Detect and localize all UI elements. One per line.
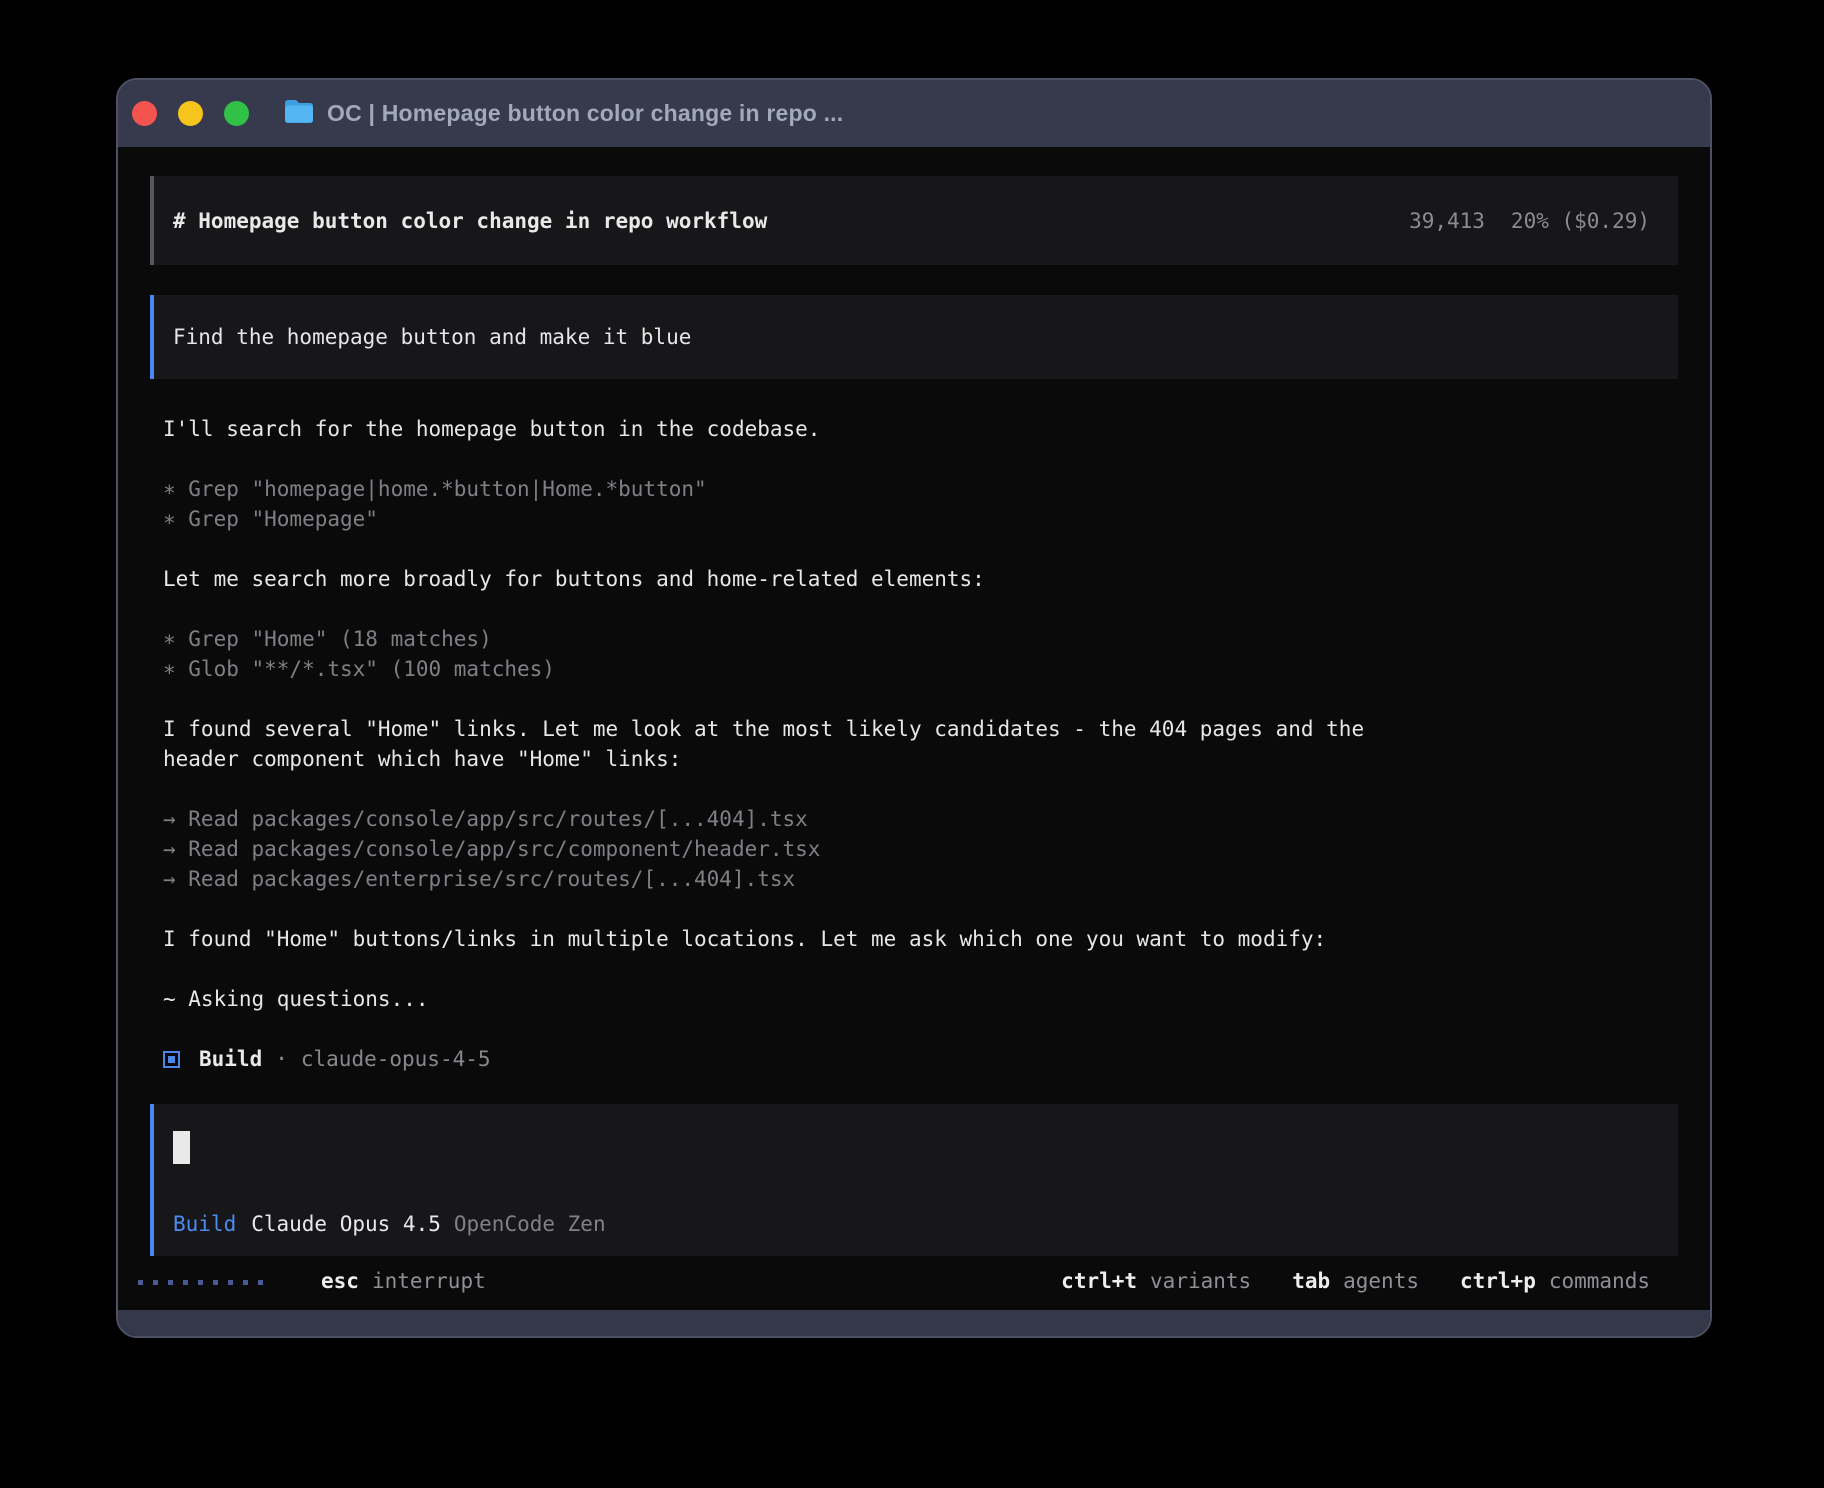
input-model-label[interactable]: Claude Opus 4.5 [251,1212,441,1236]
status-bar: esc interrupt ctrl+t variants tab agents… [138,1266,1678,1296]
close-button[interactable] [132,101,157,126]
agent-status-line: Build · claude-opus-4-5 [163,1044,1678,1074]
shortcut-variants: ctrl+t variants [1061,1269,1251,1293]
shortcut-key: ctrl+p [1460,1269,1536,1293]
session-title: # Homepage button color change in repo w… [173,209,767,233]
agent-mode-icon [163,1051,180,1068]
transcript: I'll search for the homepage button in t… [150,414,1678,1074]
tool-call: → Read packages/console/app/src/routes/[… [163,804,1678,834]
esc-key: esc [321,1269,359,1293]
status-right: ctrl+t variants tab agents ctrl+p comman… [1020,1269,1678,1293]
shortcut-label: commands [1549,1269,1650,1293]
text-cursor [173,1131,190,1164]
esc-label: interrupt [372,1269,486,1293]
terminal-window: OC | Homepage button color change in rep… [116,78,1712,1338]
context-usage: 20% ($0.29) [1511,209,1650,233]
user-message: Find the homepage button and make it blu… [150,295,1678,379]
tool-call-list: ∗ Grep "homepage|home.*button|Home.*butt… [163,474,1678,534]
shortcut-key: ctrl+t [1061,1269,1137,1293]
tool-call: ∗ Grep "homepage|home.*button|Home.*butt… [163,474,1678,504]
shortcut-commands: ctrl+p commands [1460,1269,1650,1293]
status-left: esc interrupt [138,1269,486,1293]
window-bottom-bar [118,1310,1710,1336]
session-header: # Homepage button color change in repo w… [150,176,1678,265]
shortcut-agents: tab agents [1292,1269,1419,1293]
prompt-input[interactable]: Build Claude Opus 4.5 OpenCode Zen [150,1104,1678,1256]
shortcut-label: variants [1150,1269,1251,1293]
titlebar[interactable]: OC | Homepage button color change in rep… [118,80,1710,147]
assistant-paragraph: I found several "Home" links. Let me loo… [163,714,1433,774]
session-stats: 39,413 20% ($0.29) [1409,209,1650,233]
token-count: 39,413 [1409,209,1485,233]
tool-call: → Read packages/enterprise/src/routes/[.… [163,864,1678,894]
assistant-paragraph: ~ Asking questions... [163,984,1433,1014]
terminal-content: # Homepage button color change in repo w… [118,147,1710,1310]
tool-call: → Read packages/console/app/src/componen… [163,834,1678,864]
tool-call: ∗ Grep "Homepage" [163,504,1678,534]
spinner-dots-icon [138,1280,273,1285]
user-message-text: Find the homepage button and make it blu… [173,325,691,349]
assistant-paragraph: Let me search more broadly for buttons a… [163,564,1433,594]
agent-model-label: claude-opus-4-5 [301,1044,491,1074]
maximize-button[interactable] [224,101,249,126]
assistant-paragraph: I found "Home" buttons/links in multiple… [163,924,1433,954]
tool-call-list: → Read packages/console/app/src/routes/[… [163,804,1678,894]
assistant-paragraph: I'll search for the homepage button in t… [163,414,1433,444]
agent-separator: · [275,1044,288,1074]
tool-call: ∗ Grep "Home" (18 matches) [163,624,1678,654]
shortcut-key: tab [1292,1269,1330,1293]
tool-call-list: ∗ Grep "Home" (18 matches) ∗ Glob "**/*.… [163,624,1678,684]
window-title: OC | Homepage button color change in rep… [327,100,843,127]
folder-icon [283,98,315,130]
tool-call: ∗ Glob "**/*.tsx" (100 matches) [163,654,1678,684]
input-provider-label: OpenCode Zen [454,1212,606,1236]
input-mode-label[interactable]: Build [173,1212,236,1236]
agent-mode-label: Build [199,1044,262,1074]
minimize-button[interactable] [178,101,203,126]
input-meta-row: Build Claude Opus 4.5 OpenCode Zen [173,1212,1654,1236]
shortcut-label: agents [1343,1269,1419,1293]
